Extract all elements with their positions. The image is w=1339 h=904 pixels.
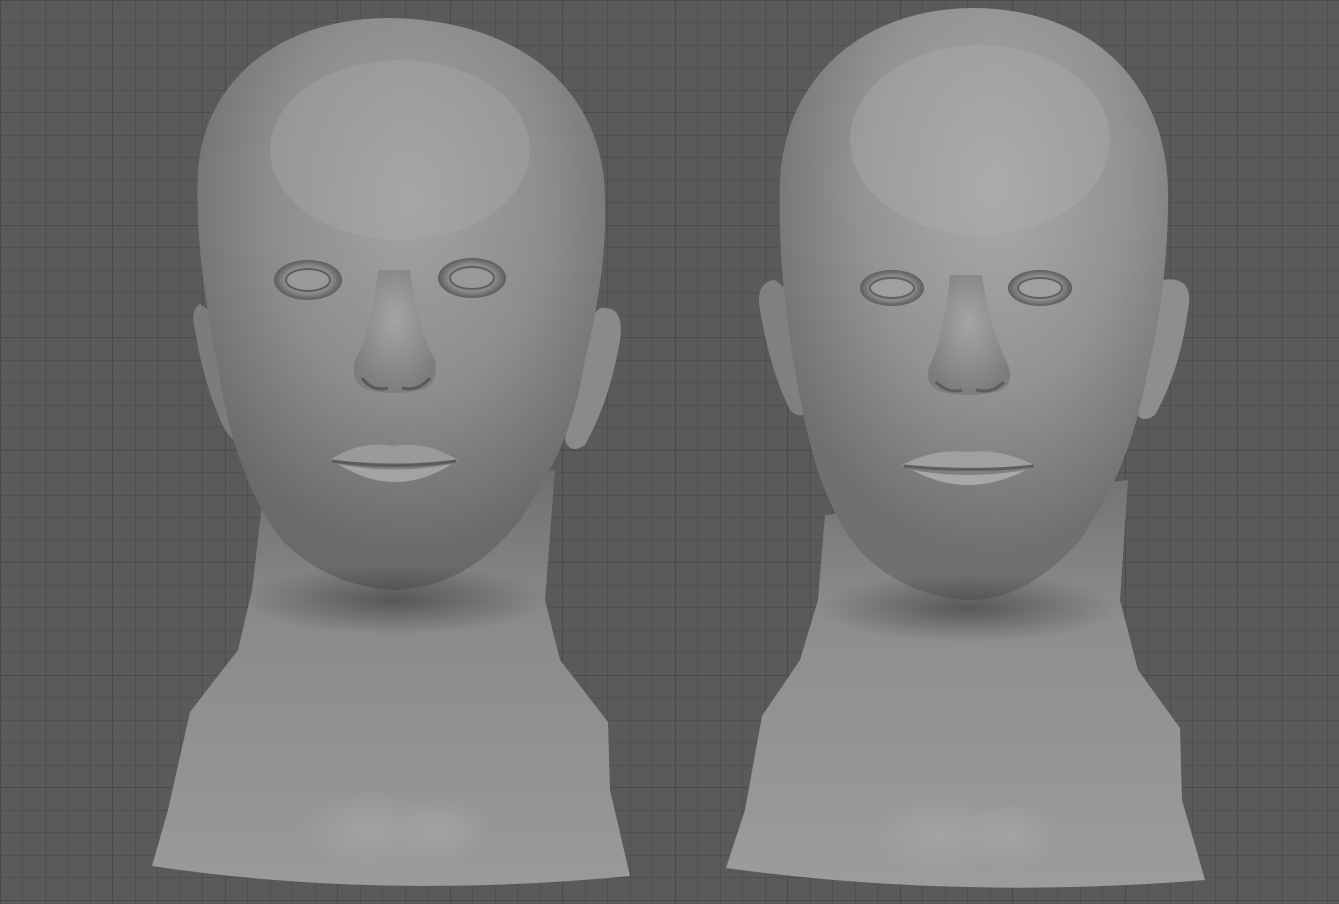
left-head-clavicle-highlight-2 xyxy=(390,795,490,865)
left-head-forehead-highlight xyxy=(270,60,530,240)
left-head-eyelid-right xyxy=(449,266,495,290)
right-head-eyelid-right xyxy=(1017,277,1063,299)
left-head-jaw-shadow xyxy=(245,565,545,635)
right-head-eyelid-left xyxy=(869,277,915,299)
3d-viewport[interactable] xyxy=(0,0,1339,904)
left-head-eyelid-left xyxy=(285,268,331,292)
right-head-jaw-shadow xyxy=(818,573,1118,643)
right-head-forehead-highlight xyxy=(850,45,1110,235)
right-head-clavicle-highlight-2 xyxy=(960,800,1060,870)
viewport-scene[interactable] xyxy=(0,0,1339,904)
